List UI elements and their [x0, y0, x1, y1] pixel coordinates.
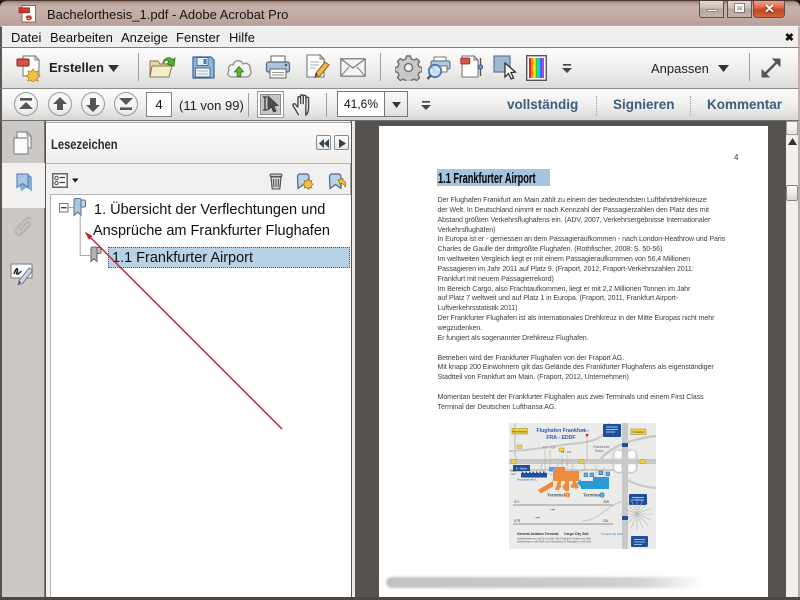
svg-text:Frankfurt: Frankfurt	[632, 430, 644, 434]
svg-text:Terminal: Terminal	[547, 493, 565, 498]
svg-text:© Fraport AG 2012: © Fraport AG 2012	[601, 532, 623, 536]
svg-text:Flughafen Frankfurt: Flughafen Frankfurt	[537, 428, 586, 434]
svg-text:Hotel: Hotel	[582, 429, 589, 433]
svg-text:Kreuz: Kreuz	[595, 449, 604, 453]
svg-text:Hauptbahnhof...: Hauptbahnhof...	[517, 478, 539, 482]
svg-text:1: 1	[566, 494, 568, 498]
svg-text:2: 2	[601, 494, 603, 498]
svg-text:N: N	[639, 498, 641, 502]
svg-text:TLW: TLW	[550, 446, 556, 450]
svg-text:P8: P8	[561, 450, 565, 454]
svg-text:07L: 07L	[514, 500, 520, 504]
svg-text:P17: P17	[543, 446, 548, 450]
svg-text:Cargo City Süd: Cargo City Süd	[564, 532, 589, 536]
svg-text:DQ: DQ	[567, 450, 571, 454]
svg-text:Verbindungen in alle Welt und: Verbindungen in alle Welt und Drehscheib…	[517, 541, 591, 544]
svg-text:Wiesbaden: Wiesbaden	[512, 430, 527, 434]
svg-text:General Aviation Terminal: General Aviation Terminal	[517, 532, 559, 536]
svg-text:07R: 07R	[514, 519, 521, 523]
svg-text:Terminal: Terminal	[583, 493, 601, 498]
svg-text:25L: 25L	[603, 519, 609, 523]
svg-text:25R: 25R	[603, 500, 610, 504]
svg-text:Süd: Süd	[511, 472, 516, 476]
svg-text:FRA - EDDF: FRA - EDDF	[546, 435, 575, 441]
